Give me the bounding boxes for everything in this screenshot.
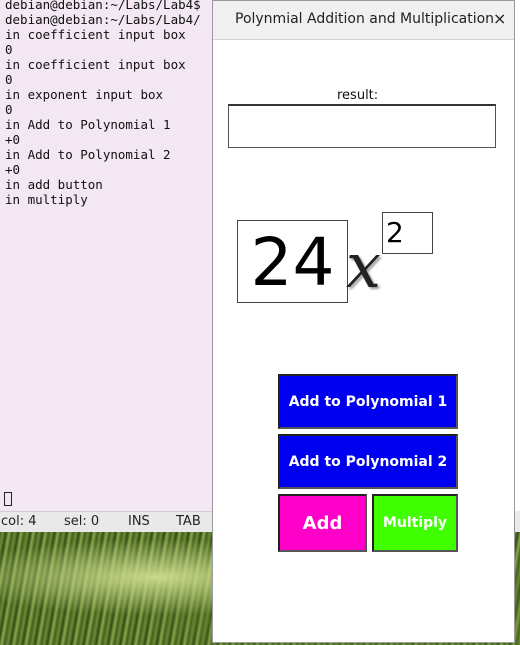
add-to-polynomial-2-button[interactable]: Add to Polynomial 2 [278,434,458,489]
result-field[interactable] [228,104,496,148]
terminal-window[interactable]: debian@debian:~/Labs/Lab4$ debian@debian… [0,0,213,532]
exponent-input[interactable]: 2 [382,212,433,254]
close-icon[interactable]: × [493,9,506,28]
dialog-title: Polynmial Addition and Multiplication [235,11,495,27]
background-window-edge [515,511,520,532]
dialog-titlebar[interactable]: Polynmial Addition and Multiplication × [213,1,514,40]
status-col: col: 4 [1,514,37,529]
polynomial-dialog: Polynmial Addition and Multiplication × … [212,0,515,643]
terminal-cursor [4,492,12,506]
status-mode: INS [128,514,150,529]
variable-x-label: x [346,229,381,302]
coefficient-input[interactable]: 24 [237,220,348,303]
result-label: result: [337,88,379,103]
add-button[interactable]: Add [278,494,367,552]
add-to-polynomial-1-button[interactable]: Add to Polynomial 1 [278,374,458,429]
editor-status-bar: col: 4 sel: 0 INS TAB [0,511,213,532]
status-tab: TAB [176,514,201,529]
multiply-button[interactable]: Multiply [372,494,458,552]
terminal-output: debian@debian:~/Labs/Lab4$ debian@debian… [5,0,201,207]
status-sel: sel: 0 [64,514,100,529]
